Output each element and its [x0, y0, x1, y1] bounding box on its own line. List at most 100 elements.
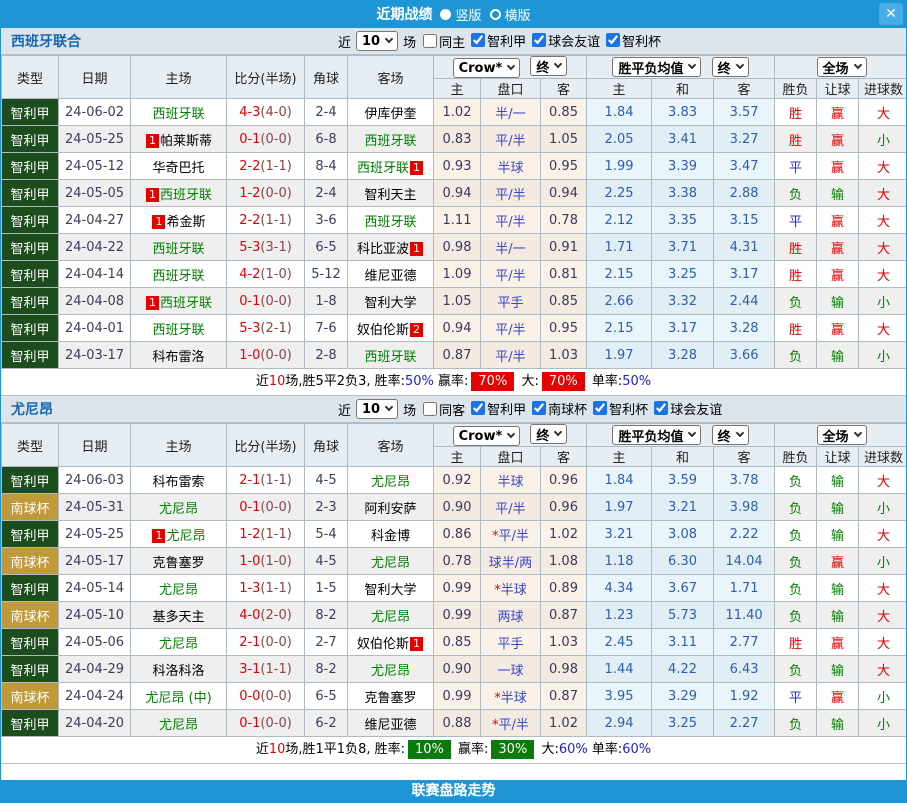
goals-result-cell: 小 — [859, 288, 907, 315]
team-name[interactable]: 尤尼昂 — [371, 664, 410, 679]
team-name[interactable]: 科布雷洛 — [152, 350, 204, 365]
result-cell: 负 — [775, 575, 817, 602]
odds-company-select[interactable]: Crow* — [453, 426, 521, 446]
team-name[interactable]: 克鲁塞罗 — [364, 691, 416, 706]
close-icon[interactable]: ✕ — [879, 3, 903, 25]
team-name[interactable]: 尤尼昂 — [159, 502, 198, 517]
team-name[interactable]: 科洛科洛 — [152, 664, 204, 679]
team-name[interactable]: 西班牙联 — [364, 134, 416, 149]
goals-result-cell: 小 — [859, 710, 907, 737]
home-team-cell: 1希金斯 — [131, 207, 227, 234]
team-name[interactable]: 智利天主 — [364, 188, 416, 203]
team-name[interactable]: 尤尼昂 — [371, 475, 410, 490]
avg-home-cell: 1.23 — [587, 602, 652, 629]
home-team-cell: 华奇巴托 — [131, 153, 227, 180]
team-name[interactable]: 华奇巴托 — [152, 161, 204, 176]
team-name[interactable]: 西班牙联 — [364, 350, 416, 365]
team-name[interactable]: 基多天主 — [152, 610, 204, 625]
league-filter[interactable]: 智利杯 — [601, 31, 661, 50]
league-filter[interactable]: 智利杯 — [588, 399, 648, 418]
team-name[interactable]: 科布雷索 — [152, 475, 204, 490]
team-name[interactable]: 尤尼昂 (中) — [145, 691, 211, 706]
avg-final-select[interactable]: 终 — [712, 425, 749, 445]
team-name[interactable]: 西班牙联 — [152, 323, 204, 338]
recent-count-select[interactable]: 10 — [356, 399, 398, 419]
league-checkbox[interactable] — [532, 33, 546, 47]
league-type-cell: 智利甲 — [2, 99, 59, 126]
team-name[interactable]: 克鲁塞罗 — [152, 556, 204, 571]
team-name[interactable]: 西班牙联 — [152, 269, 204, 284]
team-name[interactable]: 西班牙联 — [357, 161, 409, 176]
odds-company-select[interactable]: Crow* — [453, 58, 521, 78]
away-team-cell: 维尼亚德 — [348, 710, 434, 737]
odds-home-cell: 0.99 — [434, 575, 481, 602]
team-name[interactable]: 奴伯伦斯 — [357, 323, 409, 338]
team-name[interactable]: 尤尼昂 — [159, 718, 198, 733]
team-name[interactable]: 尤尼昂 — [159, 583, 198, 598]
scope-select[interactable]: 全场 — [817, 57, 867, 77]
team-name[interactable]: 西班牙联 — [364, 215, 416, 230]
league-checkbox[interactable] — [532, 401, 546, 415]
league-filter[interactable]: 智利甲 — [466, 399, 526, 418]
team-name[interactable]: 尤尼昂 — [166, 529, 205, 544]
team-name[interactable]: 尤尼昂 — [159, 637, 198, 652]
league-checkbox[interactable] — [471, 33, 485, 47]
team-name[interactable]: 奴伯伦斯 — [357, 637, 409, 652]
result-cell: 负 — [775, 521, 817, 548]
avg-odds-select[interactable]: 胜平负均值 — [612, 425, 701, 445]
team-name[interactable]: 智利大学 — [364, 296, 416, 311]
team-name[interactable]: 维尼亚德 — [364, 718, 416, 733]
away-team-cell: 阿利安萨 — [348, 494, 434, 521]
corner-cell: 8-4 — [305, 153, 348, 180]
same-venue-checkbox[interactable] — [423, 34, 437, 48]
team-name[interactable]: 尤尼昂 — [371, 610, 410, 625]
horizontal-layout-radio[interactable] — [490, 9, 501, 20]
team-name[interactable]: 希金斯 — [166, 215, 205, 230]
goals-result-cell: 大 — [859, 234, 907, 261]
home-team-cell: 尤尼昂 (中) — [131, 683, 227, 710]
red-card-badge: 1 — [152, 215, 165, 229]
odds-header-cell: Crow* 终 — [434, 56, 587, 79]
team-name[interactable]: 西班牙联 — [152, 107, 204, 122]
league-checkbox[interactable] — [471, 401, 485, 415]
away-team-cell: 西班牙联1 — [348, 153, 434, 180]
league-filter[interactable]: 球会友谊 — [527, 31, 600, 50]
league-checkbox[interactable] — [654, 401, 668, 415]
team-name[interactable]: 科金博 — [371, 529, 410, 544]
team-name[interactable]: 阿利安萨 — [364, 502, 416, 517]
avg-final-select[interactable]: 终 — [712, 57, 749, 77]
team-name[interactable]: 科比亚波 — [357, 242, 409, 257]
same-venue-filter[interactable]: 同客 — [418, 400, 465, 419]
vertical-layout-label[interactable]: 竖版 — [455, 5, 481, 24]
summary-segment: 60% — [559, 742, 588, 757]
league-filter[interactable]: 智利甲 — [466, 31, 526, 50]
team-name[interactable]: 伊库伊奎 — [364, 107, 416, 122]
odds-final-select[interactable]: 终 — [530, 424, 567, 444]
result-cell: 胜 — [775, 126, 817, 153]
team-name[interactable]: 西班牙联 — [160, 188, 212, 203]
league-checkbox[interactable] — [606, 33, 620, 47]
team-name[interactable]: 帕莱斯蒂 — [160, 134, 212, 149]
scope-select[interactable]: 全场 — [817, 425, 867, 445]
league-checkbox[interactable] — [593, 401, 607, 415]
result-cell: 胜 — [775, 315, 817, 342]
handicap-cell: 平/半 — [481, 180, 541, 207]
horizontal-layout-label[interactable]: 横版 — [505, 5, 531, 24]
league-filter[interactable]: 南球杯 — [527, 399, 587, 418]
recent-count-select[interactable]: 10 — [356, 31, 398, 51]
team-name[interactable]: 尤尼昂 — [371, 556, 410, 571]
avg-odds-select[interactable]: 胜平负均值 — [612, 57, 701, 77]
odds-final-select[interactable]: 终 — [530, 56, 567, 76]
same-venue-filter[interactable]: 同主 — [418, 32, 465, 51]
team-name[interactable]: 维尼亚德 — [364, 269, 416, 284]
team-name[interactable]: 智利大学 — [364, 583, 416, 598]
league-trend-footer-link[interactable]: 联赛盘路走势 — [1, 780, 906, 803]
odds-home-cell: 0.78 — [434, 548, 481, 575]
league-filter[interactable]: 球会友谊 — [649, 399, 722, 418]
team-name[interactable]: 西班牙联 — [160, 296, 212, 311]
same-venue-checkbox[interactable] — [423, 402, 437, 416]
league-type-cell: 南球杯 — [2, 494, 59, 521]
team-name[interactable]: 西班牙联 — [152, 242, 204, 257]
vertical-layout-radio[interactable] — [440, 9, 451, 20]
handicap-cell: 球半/两 — [481, 548, 541, 575]
